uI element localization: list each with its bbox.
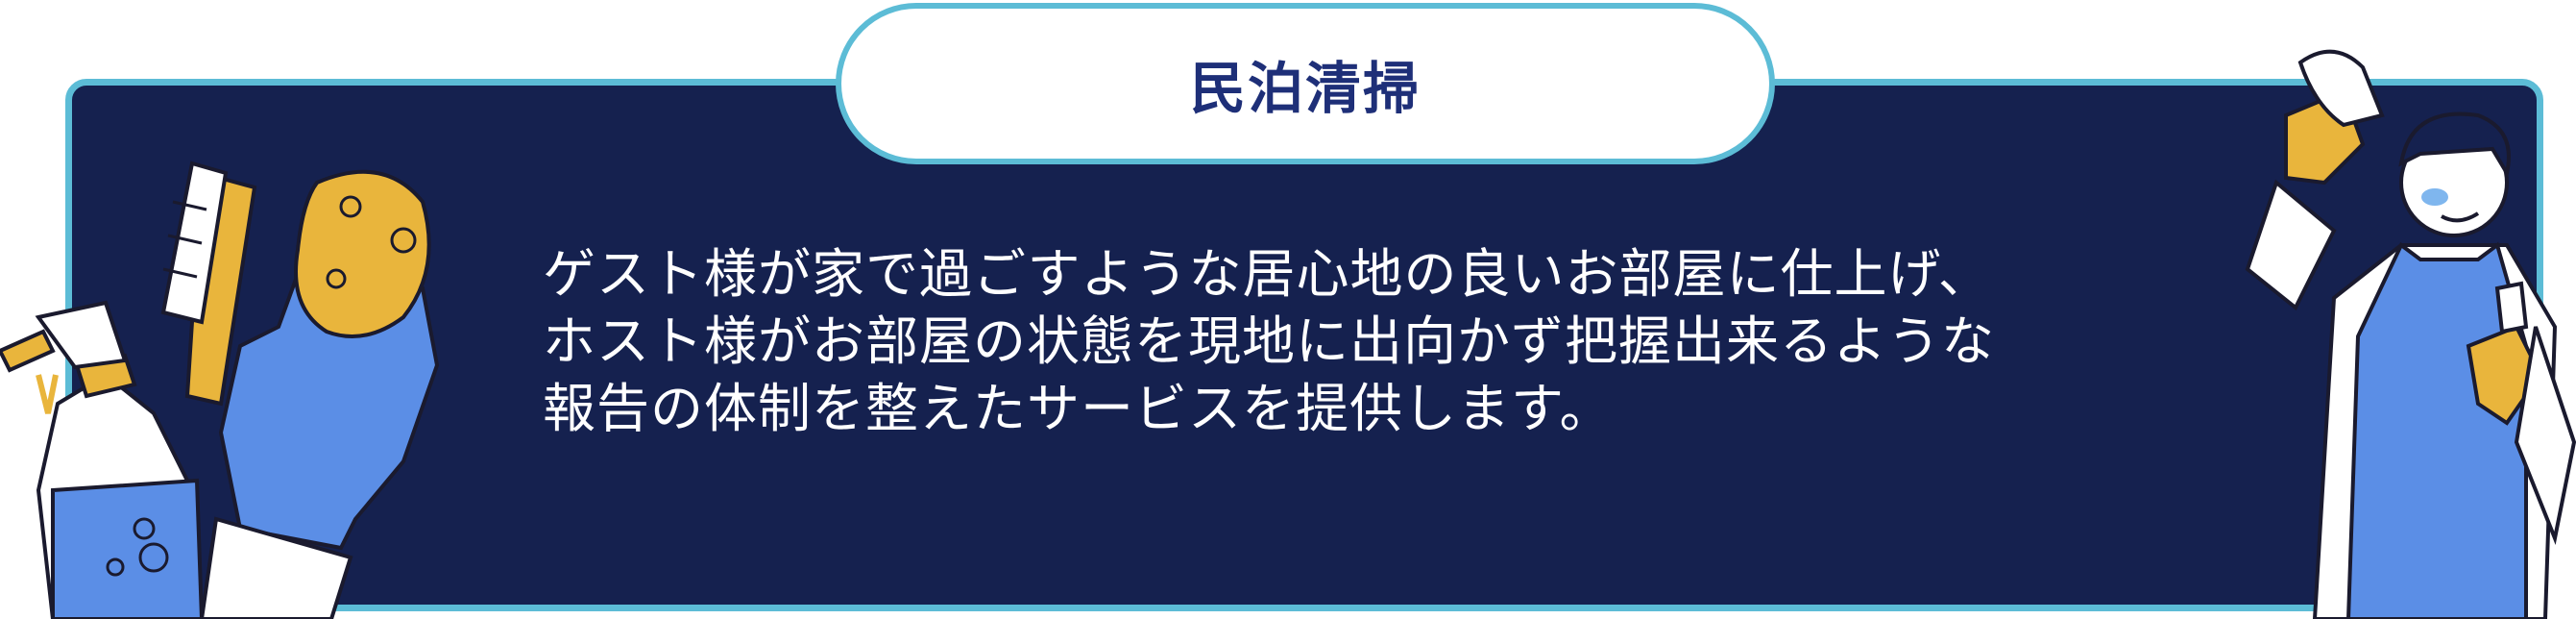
cleaning-supplies-illustration	[0, 161, 440, 619]
cleaner-person-icon	[2245, 49, 2576, 619]
cleaner-person-illustration	[2245, 49, 2576, 619]
sponge-icon	[294, 169, 431, 338]
page-title: 民泊清掃	[1189, 56, 1421, 121]
spray-bottle-icon	[0, 300, 205, 619]
title-pill: 民泊清掃	[836, 3, 1775, 164]
service-description: ゲスト様が家で過ごすような居心地の良いお部屋に仕上げ、ホスト様がお部屋の状態を現…	[543, 243, 1996, 439]
